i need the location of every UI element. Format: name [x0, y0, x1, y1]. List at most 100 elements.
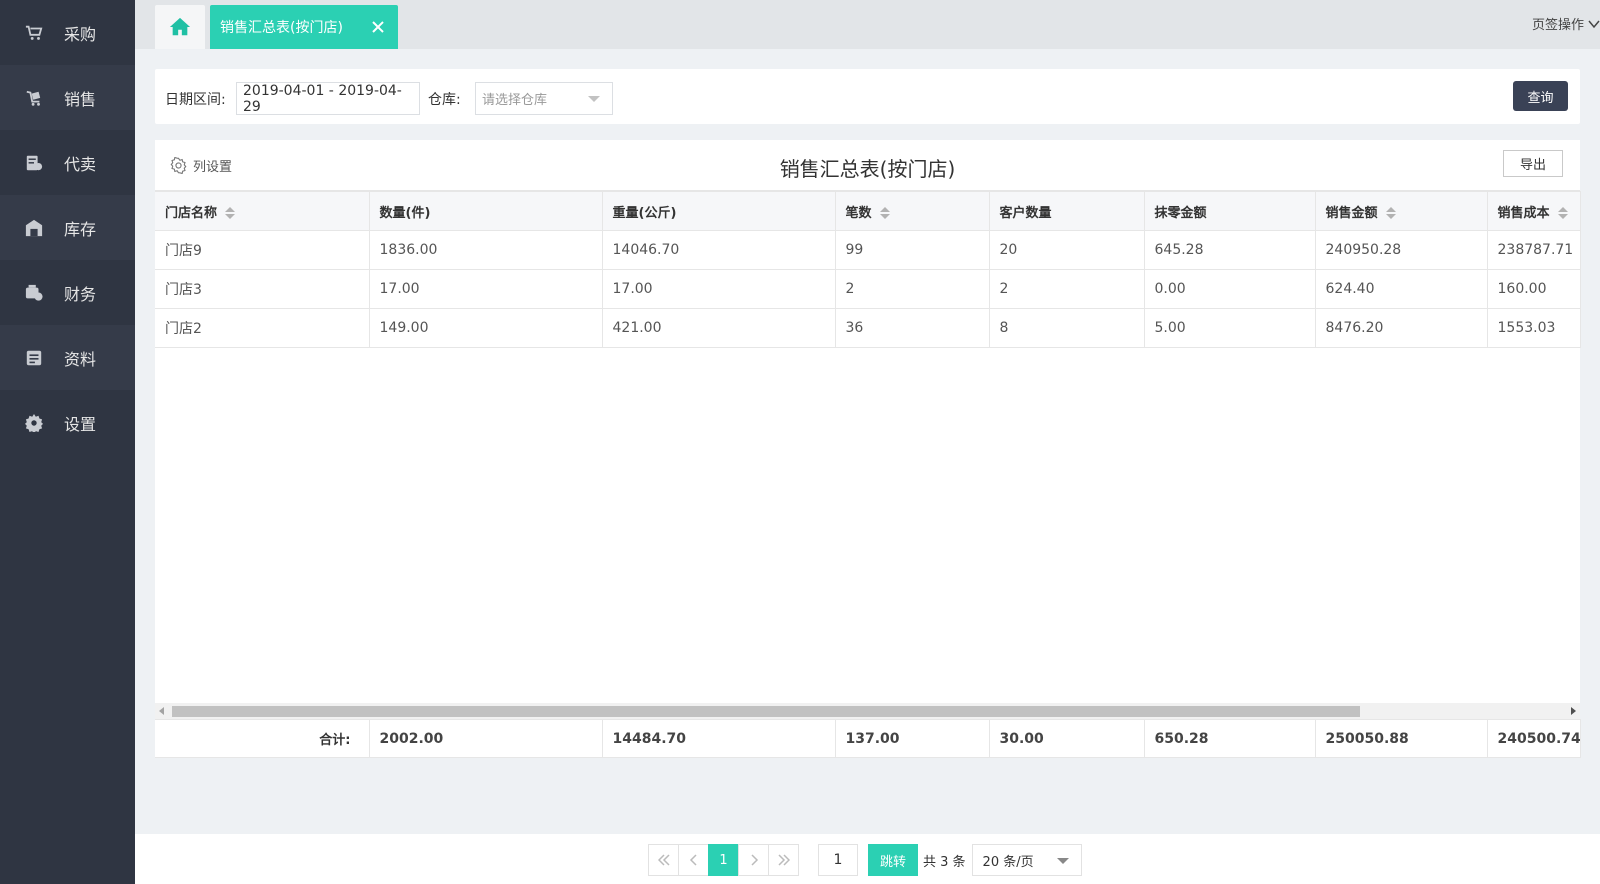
pagination: 1 1 跳转 共 3 条 20 条/页 — [648, 844, 1082, 876]
sidebar-item-label: 销售 — [64, 89, 97, 109]
table-cell: 645.28 — [1143, 230, 1316, 270]
table-cell: 36 — [834, 308, 990, 348]
sidebar-item-finance[interactable]: 财务 — [0, 260, 135, 325]
next-page-button[interactable] — [738, 844, 769, 876]
report-header: 列设置 销售汇总表(按门店) 导出 — [155, 140, 1580, 191]
cart-icon — [24, 23, 44, 43]
table-cell: 8 — [988, 308, 1145, 348]
total-cell: 2002.00 — [368, 719, 603, 758]
finance-icon — [24, 283, 44, 303]
total-cell: 14484.70 — [601, 719, 836, 758]
table-row[interactable]: 门店3 17.00 17.00 2 2 0.00 624.40 160.00 — [155, 269, 1581, 309]
double-chevron-right-icon — [777, 854, 790, 866]
table-cell: 624.40 — [1314, 269, 1488, 309]
sales-icon — [24, 88, 44, 108]
tab-home[interactable] — [155, 5, 205, 49]
total-cell: 30.00 — [988, 719, 1145, 758]
report-title: 销售汇总表(按门店) — [779, 157, 956, 181]
date-range-input[interactable]: 2019-04-01 - 2019-04-29 — [236, 82, 420, 115]
scroll-right-arrow-icon[interactable] — [1571, 707, 1576, 715]
sidebar-item-data[interactable]: 资料 — [0, 325, 135, 390]
home-icon — [169, 17, 191, 36]
table-cell: 1553.03 — [1486, 308, 1581, 348]
table-cell: 5.00 — [1143, 308, 1316, 348]
table-cell: 238787.71 — [1486, 230, 1581, 270]
totals-label: 合计: — [155, 719, 370, 758]
tab-operations-menu[interactable]: 页签操作 — [1532, 14, 1600, 33]
filter-panel: 日期区间: 2019-04-01 - 2019-04-29 仓库: 请选择仓库 … — [155, 69, 1580, 124]
tab-sales-summary-store[interactable]: 销售汇总表(按门店) — [210, 5, 398, 49]
table-cell: 1836.00 — [368, 230, 603, 270]
total-cell: 137.00 — [834, 719, 990, 758]
table-cell: 160.00 — [1486, 269, 1581, 309]
tab-label: 销售汇总表(按门店) — [220, 20, 343, 36]
consign-icon — [24, 153, 44, 173]
sidebar-item-sales[interactable]: 销售 — [0, 65, 135, 130]
column-header-count[interactable]: 笔数 — [834, 191, 990, 231]
export-button[interactable]: 导出 — [1503, 150, 1563, 177]
total-cell: 650.28 — [1143, 719, 1316, 758]
table-row[interactable]: 门店9 1836.00 14046.70 99 20 645.28 240950… — [155, 230, 1581, 270]
tab-operations-label: 页签操作 — [1531, 18, 1584, 33]
sidebar-item-label: 资料 — [64, 349, 97, 369]
column-header-store[interactable]: 门店名称 — [155, 191, 370, 231]
column-header-sales-cost[interactable]: 销售成本 — [1486, 191, 1581, 231]
table-cell: 14046.70 — [601, 230, 836, 270]
sidebar-item-label: 财务 — [64, 284, 97, 304]
column-header-customers: 客户数量 — [988, 191, 1145, 231]
caret-down-icon — [588, 96, 600, 102]
table-cell: 门店9 — [155, 230, 370, 270]
sort-icon[interactable] — [879, 206, 890, 220]
sort-icon[interactable] — [225, 206, 236, 220]
jump-page-input[interactable]: 1 — [818, 844, 858, 876]
sidebar-item-inventory[interactable]: 库存 — [0, 195, 135, 260]
date-range-label: 日期区间: — [165, 92, 226, 108]
chevron-left-icon — [689, 854, 697, 866]
sort-icon[interactable] — [1385, 206, 1396, 220]
horizontal-scrollbar[interactable] — [155, 703, 1580, 719]
table-cell: 0.00 — [1143, 269, 1316, 309]
close-icon[interactable] — [368, 17, 388, 37]
scrollbar-thumb[interactable] — [172, 706, 1360, 717]
chevron-down-icon — [1588, 20, 1600, 28]
warehouse-select[interactable]: 请选择仓库 — [475, 82, 613, 115]
column-header-rounding: 抹零金额 — [1143, 191, 1316, 231]
warehouse-icon — [24, 218, 44, 238]
jump-button[interactable]: 跳转 — [868, 844, 918, 876]
table-cell: 8476.20 — [1314, 308, 1488, 348]
table-header-row: 门店名称 数量(件) 重量(公斤) 笔数 客户数量 抹零金额 销售金额 销售成本 — [155, 191, 1581, 231]
table-cell: 240950.28 — [1314, 230, 1488, 270]
sidebar-item-purchase[interactable]: 采购 — [0, 0, 135, 65]
first-page-button[interactable] — [648, 844, 679, 876]
gear-icon — [24, 413, 44, 433]
column-header-sales-amount[interactable]: 销售金额 — [1314, 191, 1488, 231]
table-cell: 门店2 — [155, 308, 370, 348]
prev-page-button[interactable] — [678, 844, 709, 876]
data-icon — [24, 348, 44, 368]
table-row[interactable]: 门店2 149.00 421.00 36 8 5.00 8476.20 1553… — [155, 308, 1581, 348]
table-cell: 2 — [988, 269, 1145, 309]
sort-icon[interactable] — [1557, 206, 1568, 220]
totals-row-table: 合计: 2002.00 14484.70 137.00 30.00 650.28… — [155, 719, 1581, 758]
sidebar-item-settings[interactable]: 设置 — [0, 390, 135, 455]
sidebar-item-label: 采购 — [64, 24, 97, 44]
total-cell: 240500.74 — [1486, 719, 1581, 758]
page-size-value: 20 条/页 — [982, 854, 1034, 870]
sidebar-item-label: 设置 — [64, 414, 97, 434]
page-number-current[interactable]: 1 — [708, 844, 739, 876]
table-cell: 149.00 — [368, 308, 603, 348]
table-cell: 17.00 — [601, 269, 836, 309]
page-size-select[interactable]: 20 条/页 — [971, 844, 1082, 876]
report-panel: 列设置 销售汇总表(按门店) 导出 门店名称 数量(件) 重量(公斤) 笔数 客… — [155, 140, 1581, 758]
column-header-quantity: 数量(件) — [368, 191, 603, 231]
pagination-bar: 1 1 跳转 共 3 条 20 条/页 — [135, 834, 1600, 884]
sidebar-item-label: 库存 — [64, 219, 97, 239]
last-page-button[interactable] — [768, 844, 799, 876]
sidebar-item-label: 代卖 — [64, 154, 97, 174]
query-button[interactable]: 查询 — [1513, 81, 1568, 111]
caret-down-icon — [1056, 858, 1069, 864]
table-cell: 20 — [988, 230, 1145, 270]
scroll-left-arrow-icon[interactable] — [159, 707, 164, 715]
sidebar-item-consign[interactable]: 代卖 — [0, 130, 135, 195]
double-chevron-left-icon — [657, 854, 670, 866]
